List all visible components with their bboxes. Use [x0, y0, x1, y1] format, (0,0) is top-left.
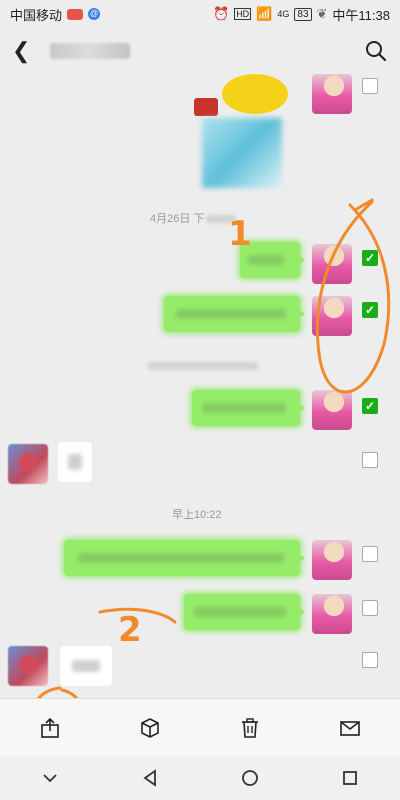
- carrier-label: 中国移动: [10, 7, 63, 23]
- home-circle-icon[interactable]: [230, 758, 270, 798]
- sticker-message[interactable]: [192, 74, 292, 192]
- select-checkbox[interactable]: ✓: [362, 302, 378, 318]
- status-right: ⏰ HD 📶 4G 83 ❦ 中午11:38: [213, 5, 390, 24]
- message-bubble-incoming[interactable]: [58, 442, 92, 482]
- avatar[interactable]: [312, 296, 352, 336]
- message-bubble[interactable]: [164, 296, 305, 332]
- notification-icon: [67, 8, 84, 20]
- sticker-balloon: [222, 74, 288, 114]
- select-checkbox[interactable]: [362, 78, 378, 94]
- message-bubble[interactable]: [192, 390, 305, 426]
- battery-icon: 83: [294, 7, 312, 21]
- chevron-left-icon[interactable]: ❮: [12, 38, 36, 64]
- status-bar: 中国移动 @ ⏰ HD 📶 4G 83 ❦ 中午11:38: [0, 0, 400, 28]
- wifi-icon: 📶: [256, 6, 273, 21]
- system-nav-bar: [0, 756, 400, 800]
- select-checkbox[interactable]: [362, 546, 378, 562]
- select-checkbox[interactable]: [362, 452, 378, 468]
- leaf-icon: ❦: [316, 6, 328, 21]
- annotation-number-2: 2: [118, 610, 142, 650]
- annotation-number-1: 1: [228, 214, 252, 254]
- app-notification-icon: @: [88, 8, 101, 20]
- avatar[interactable]: [8, 646, 48, 686]
- multi-select-toolbar: [0, 698, 400, 757]
- avatar[interactable]: [312, 390, 352, 430]
- sticker-text-blurred: [202, 118, 282, 188]
- message-bubble[interactable]: [64, 540, 305, 576]
- status-left: 中国移动 @: [10, 5, 101, 24]
- select-checkbox[interactable]: ✓: [362, 398, 378, 414]
- timestamp: 4月26日 下: [150, 210, 237, 226]
- avatar[interactable]: [312, 74, 352, 114]
- network-label: 4G: [277, 9, 290, 19]
- chevron-down-icon[interactable]: [30, 758, 70, 798]
- box-icon[interactable]: [130, 708, 170, 748]
- avatar[interactable]: [8, 444, 48, 484]
- message-bubble[interactable]: [184, 594, 305, 630]
- search-icon[interactable]: [364, 39, 388, 63]
- message-bubble-incoming[interactable]: [60, 646, 112, 686]
- share-icon[interactable]: [30, 708, 70, 748]
- chat-title-blurred: [50, 43, 130, 59]
- avatar[interactable]: [312, 540, 352, 580]
- mail-icon[interactable]: [330, 708, 370, 748]
- select-checkbox[interactable]: [362, 600, 378, 616]
- avatar[interactable]: [312, 244, 352, 284]
- select-checkbox[interactable]: [362, 652, 378, 668]
- timestamp-blurred: [148, 360, 258, 372]
- chat-header: ❮: [0, 28, 400, 74]
- hd-icon: HD: [234, 8, 252, 20]
- clock-label: 中午11:38: [332, 7, 390, 23]
- recent-square-icon[interactable]: [330, 758, 370, 798]
- timestamp: 早上10:22: [172, 509, 222, 521]
- select-checkbox[interactable]: ✓: [362, 250, 378, 266]
- avatar[interactable]: [312, 594, 352, 634]
- trash-icon[interactable]: [230, 708, 270, 748]
- chat-area[interactable]: 4月26日 下 ✓ ✓ ✓ 早上10:22: [0, 74, 400, 698]
- alarm-icon: ⏰: [213, 6, 230, 21]
- back-triangle-icon[interactable]: [130, 758, 170, 798]
- sticker-red-tag: [194, 98, 218, 116]
